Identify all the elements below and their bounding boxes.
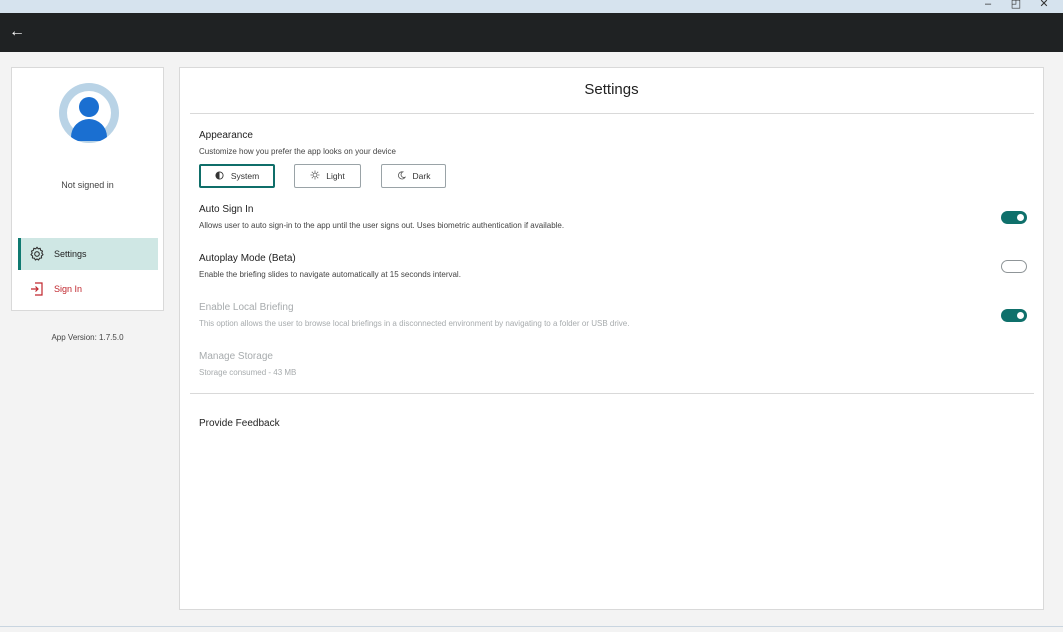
autoplay-toggle[interactable]	[1001, 260, 1027, 273]
sign-in-status: Not signed in	[61, 180, 114, 190]
sign-in-icon	[28, 280, 46, 298]
theme-system-button[interactable]: System	[199, 164, 275, 188]
close-button[interactable]: ✕	[1034, 0, 1054, 11]
appearance-description: Customize how you prefer the app looks o…	[199, 147, 396, 156]
provide-feedback-link[interactable]: Provide Feedback	[199, 418, 280, 429]
autoplay-description: Enable the briefing slides to navigate a…	[199, 270, 461, 279]
sidebar: Not signed in Settings Sign In	[11, 67, 164, 311]
theme-dark-button[interactable]: Dark	[381, 164, 446, 188]
auto-sign-in-title: Auto Sign In	[199, 204, 254, 215]
auto-sign-in-description: Allows user to auto sign-in to the app u…	[199, 221, 565, 230]
storage-consumed: Storage consumed - 43 MB	[199, 368, 297, 377]
back-arrow-icon[interactable]: ←	[9, 22, 27, 42]
moon-icon	[397, 170, 407, 182]
auto-sign-in-toggle[interactable]	[1001, 211, 1027, 224]
minimize-button[interactable]: –	[978, 0, 998, 11]
sidebar-item-label: Sign In	[54, 284, 83, 294]
manage-storage-title[interactable]: Manage Storage	[199, 351, 273, 362]
appearance-title: Appearance	[199, 130, 253, 141]
half-circle-icon	[215, 170, 225, 182]
local-briefing-toggle[interactable]	[1001, 309, 1027, 322]
local-briefing-title: Enable Local Briefing	[199, 302, 294, 313]
sun-icon	[310, 170, 320, 182]
avatar-icon	[59, 83, 119, 143]
sidebar-item-sign-in[interactable]: Sign In	[18, 273, 158, 305]
restore-button[interactable]: ◰	[1006, 0, 1026, 11]
settings-panel: Settings Appearance Customize how you pr…	[179, 67, 1044, 610]
divider	[190, 113, 1034, 114]
window-titlebar: – ◰ ✕	[0, 0, 1063, 13]
sidebar-item-settings[interactable]: Settings	[18, 238, 158, 270]
sidebar-item-label: Settings	[54, 249, 87, 259]
page-title: Settings	[584, 81, 639, 98]
app-version: App Version: 1.7.5.0	[51, 333, 124, 342]
theme-light-button[interactable]: Light	[294, 164, 361, 188]
window-bottom-edge	[0, 626, 1063, 627]
local-briefing-description: This option allows the user to browse lo…	[199, 319, 630, 328]
autoplay-title: Autoplay Mode (Beta)	[199, 253, 296, 264]
gear-icon	[28, 245, 46, 263]
divider	[190, 393, 1034, 394]
app-header: ←	[0, 13, 1063, 52]
